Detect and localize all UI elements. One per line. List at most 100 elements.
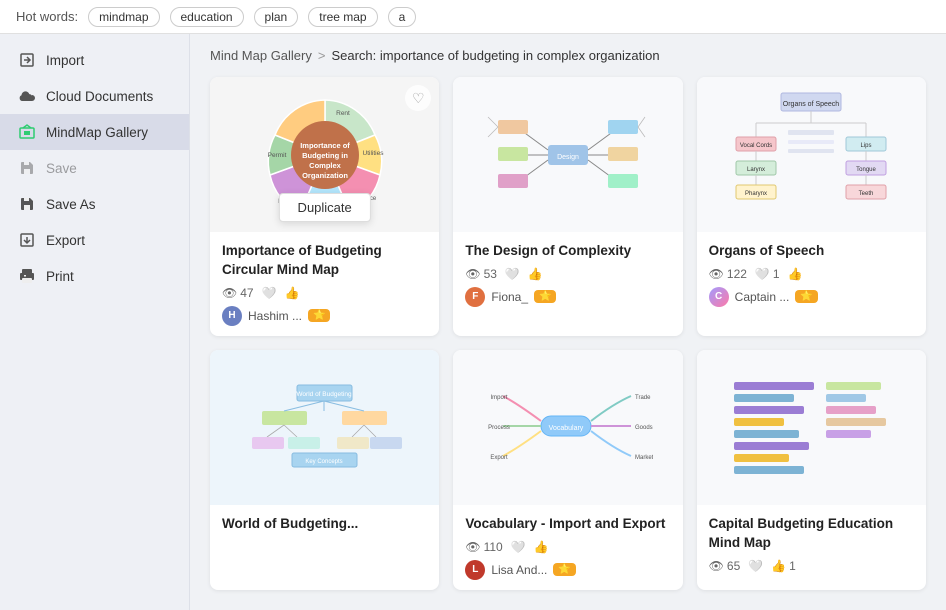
sidebar-item-print[interactable]: Print — [0, 258, 189, 294]
card-author-3: C Captain ... ⭐ — [709, 287, 914, 307]
sidebar-item-import[interactable]: Import — [0, 42, 189, 78]
card-image-5: Vocabulary Import Process Export — [453, 350, 682, 505]
svg-text:Larynx: Larynx — [747, 167, 765, 173]
view-count-6: 👁 65 — [709, 559, 741, 573]
organs-speech-svg: Organs of Speech Vocal Cords Larynx — [726, 85, 896, 225]
heart-stat-5: 🤍 — [511, 540, 526, 554]
card-author-1: H Hashim ... ⭐ — [222, 306, 427, 326]
card-stats-2: 👁 53 🤍 👍 — [465, 267, 670, 281]
svg-text:Teeth: Teeth — [859, 191, 874, 197]
card-title-3: Organs of Speech — [709, 242, 914, 261]
breadcrumb-current: Search: importance of budgeting in compl… — [331, 48, 659, 63]
export-icon — [18, 231, 36, 249]
author-name-2: Fiona_ — [491, 290, 528, 304]
view-count-5: 👁 110 — [465, 540, 502, 554]
card-body-3: Organs of Speech 👁 122 🤍 1 👍 C Captain .… — [697, 232, 926, 336]
card-image-4: World of Budgeting — [210, 350, 439, 505]
svg-text:Complex: Complex — [309, 161, 342, 170]
sidebar-label-import: Import — [46, 53, 84, 68]
card-author-2: F Fiona_ ⭐ — [465, 287, 670, 307]
card-stats-3: 👁 122 🤍 1 👍 — [709, 267, 914, 281]
svg-text:Rent: Rent — [336, 110, 350, 117]
svg-text:World of Budgeting: World of Budgeting — [297, 391, 353, 398]
author-avatar-2: F — [465, 287, 485, 307]
save-icon — [18, 159, 36, 177]
gallery-icon — [18, 123, 36, 141]
author-avatar-1: H — [222, 306, 242, 326]
author-avatar-3: C — [709, 287, 729, 307]
design-complexity-svg: Design — [483, 90, 653, 220]
sidebar-item-export[interactable]: Export — [0, 222, 189, 258]
sidebar-item-save: Save — [0, 150, 189, 186]
top-bar: Hot words: mindmap education plan tree m… — [0, 0, 946, 34]
svg-text:Vocal Cords: Vocal Cords — [740, 143, 772, 149]
card-image-6 — [697, 350, 926, 505]
tag-treemap[interactable]: tree map — [308, 7, 377, 27]
hot-words-label: Hot words: — [16, 9, 78, 24]
world-budgeting-svg: World of Budgeting — [242, 377, 407, 477]
sidebar-label-gallery: MindMap Gallery — [46, 125, 148, 140]
sidebar-item-gallery[interactable]: MindMap Gallery — [0, 114, 189, 150]
sidebar-label-save: Save — [46, 161, 77, 176]
card-design-complexity[interactable]: Design — [453, 77, 682, 336]
sidebar-label-save-as: Save As — [46, 197, 96, 212]
tag-a[interactable]: a — [388, 7, 417, 27]
svg-text:Market: Market — [635, 455, 653, 461]
sidebar-item-cloud[interactable]: Cloud Documents — [0, 78, 189, 114]
thumb-stat-1: 👍 — [285, 286, 300, 300]
svg-text:Pharynx: Pharynx — [745, 191, 767, 197]
premium-badge-2: ⭐ — [534, 290, 556, 303]
card-vocabulary[interactable]: Vocabulary Import Process Export — [453, 350, 682, 590]
sidebar-item-save-as[interactable]: Save As — [0, 186, 189, 222]
svg-text:Organs of Speech: Organs of Speech — [783, 101, 840, 108]
save-as-icon — [18, 195, 36, 213]
card-title-4: World of Budgeting... — [222, 515, 427, 534]
card-body-4: World of Budgeting... — [210, 505, 439, 590]
svg-text:Key Concepts: Key Concepts — [305, 459, 342, 465]
tag-mindmap[interactable]: mindmap — [88, 7, 159, 27]
duplicate-tooltip[interactable]: Duplicate — [279, 193, 371, 222]
author-name-1: Hashim ... — [248, 309, 302, 323]
gallery-grid: Importance of Budgeting in Complex Organ… — [210, 77, 926, 590]
tag-plan[interactable]: plan — [254, 7, 299, 27]
thumb-stat-6: 👍 1 — [771, 559, 796, 573]
heart-stat-6: 🤍 — [748, 559, 763, 573]
card-body-5: Vocabulary - Import and Export 👁 110 🤍 👍… — [453, 505, 682, 590]
content-area: Mind Map Gallery > Search: importance of… — [190, 34, 946, 610]
svg-text:Import: Import — [490, 395, 507, 401]
eye-icon-6: 👁 — [709, 559, 724, 573]
svg-text:Vocabulary: Vocabulary — [549, 425, 584, 432]
card-organs-speech[interactable]: Organs of Speech Vocal Cords Larynx — [697, 77, 926, 336]
premium-badge-1: ⭐ — [308, 309, 330, 322]
import-icon — [18, 51, 36, 69]
breadcrumb: Mind Map Gallery > Search: importance of… — [210, 48, 926, 63]
card-title-1: Importance of Budgeting Circular Mind Ma… — [222, 242, 427, 280]
svg-text:Export: Export — [490, 455, 508, 461]
heart-stat-2: 🤍 — [505, 267, 520, 281]
eye-icon-5: 👁 — [465, 540, 480, 554]
card-title-5: Vocabulary - Import and Export — [465, 515, 670, 534]
tag-education[interactable]: education — [170, 7, 244, 27]
card-title-2: The Design of Complexity — [465, 242, 670, 261]
eye-icon-1: 👁 — [222, 286, 237, 300]
cloud-icon — [18, 87, 36, 105]
svg-text:Goods: Goods — [635, 425, 653, 431]
card-stats-5: 👁 110 🤍 👍 — [465, 540, 670, 554]
main-area: Import Cloud Documents MindMap Gallery — [0, 34, 946, 610]
sidebar-label-export: Export — [46, 233, 85, 248]
card-title-6: Capital Budgeting Education Mind Map — [709, 515, 914, 553]
card-capital-budgeting[interactable]: Capital Budgeting Education Mind Map 👁 6… — [697, 350, 926, 590]
card-body-1: Importance of Budgeting Circular Mind Ma… — [210, 232, 439, 336]
author-avatar-5: L — [465, 560, 485, 580]
card-world-budgeting[interactable]: World of Budgeting — [210, 350, 439, 590]
card-image-3: Organs of Speech Vocal Cords Larynx — [697, 77, 926, 232]
heart-stat-3: 🤍 1 — [755, 267, 780, 281]
sidebar: Import Cloud Documents MindMap Gallery — [0, 34, 190, 610]
card-body-6: Capital Budgeting Education Mind Map 👁 6… — [697, 505, 926, 590]
card-stats-1: 👁 47 🤍 👍 — [222, 286, 427, 300]
card-importance-budgeting[interactable]: Importance of Budgeting in Complex Organ… — [210, 77, 439, 336]
thumb-stat-3: 👍 — [788, 267, 803, 281]
breadcrumb-root[interactable]: Mind Map Gallery — [210, 48, 312, 63]
heart-button-1[interactable]: ♡ — [405, 85, 431, 111]
thumb-stat-5: 👍 — [534, 540, 549, 554]
